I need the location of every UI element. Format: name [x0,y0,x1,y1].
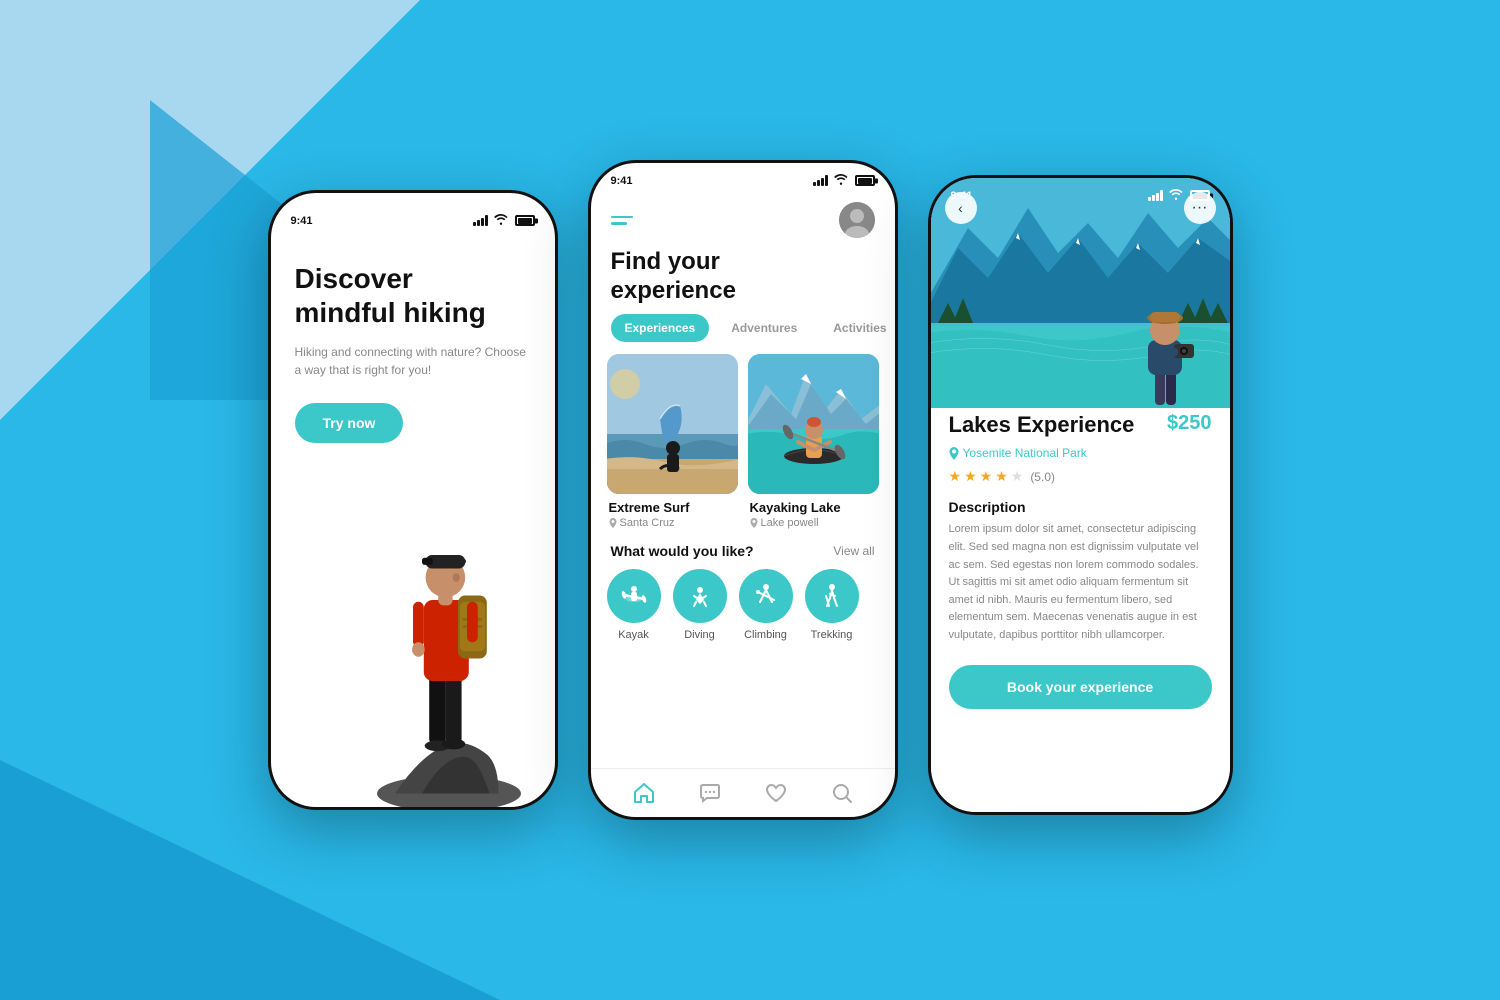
kayak-card[interactable]: Kayaking Lake Lake powell [748,354,879,531]
surf-card-title: Extreme Surf [609,500,736,515]
explore-heading: Find your experience [591,238,895,314]
onboarding-text: Discover mindful hiking Hiking and conne… [271,232,555,459]
nav-home[interactable] [632,781,656,805]
trekking-icon-circle [805,569,859,623]
time-2: 9:41 [611,175,633,187]
tab-activities[interactable]: Activities [819,314,897,342]
kayak-label: Kayak [618,629,649,641]
surf-card-location: Santa Cruz [609,517,736,529]
category-tabs: Experiences Adventures Activities [591,314,895,342]
onboarding-title: Discover mindful hiking [295,262,531,329]
star-2: ★ [964,468,977,485]
back-button[interactable]: ‹ [945,192,977,224]
stars-rating: ★ ★ ★ ★ ★ (5.0) [949,468,1212,485]
activity-diving[interactable]: Diving [673,569,727,641]
climbing-label: Climbing [744,629,787,641]
nav-search[interactable] [830,781,854,805]
detail-price: $250 [1167,412,1212,435]
tab-adventures[interactable]: Adventures [717,314,811,342]
star-1: ★ [949,468,962,485]
wifi-icon-1 [494,213,508,228]
hiker-image-area [271,459,555,807]
trekking-label: Trekking [811,629,853,641]
description-heading: Description [949,499,1212,515]
kayak-card-title: Kayaking Lake [750,500,877,515]
bottom-navigation [591,768,895,817]
battery-icon-1 [515,215,535,226]
surf-card-image [607,354,738,494]
view-all-link[interactable]: View all [833,544,874,558]
kayak-card-image [748,354,879,494]
signal-icon-1 [473,215,488,226]
detail-body: Lakes Experience $250 Yosemite National … [931,392,1230,812]
diving-icon-circle [673,569,727,623]
kayak-icon-circle [607,569,661,623]
activity-kayak[interactable]: Kayak [607,569,661,641]
description-text: Lorem ipsum dolor sit amet, consectetur … [949,521,1212,644]
status-bar-2: 9:41 [591,163,895,192]
battery-icon-2 [855,175,875,186]
activity-trekking[interactable]: Trekking [805,569,859,641]
detail-location: Yosemite National Park [949,446,1212,460]
photographer-figure [1120,298,1210,408]
onboarding-subtitle: Hiking and connecting with nature? Choos… [295,343,531,379]
activities-section-title: What would you like? [611,543,754,559]
surf-card[interactable]: Extreme Surf Santa Cruz [607,354,738,531]
status-icons-1 [473,213,535,228]
signal-icon-2 [813,175,828,186]
status-bar-1: 9:41 [271,203,555,232]
phone-onboarding: 9:41 Discover mindful hiking Hiking and … [268,190,558,810]
location-text: Yosemite National Park [963,446,1087,460]
more-options-button[interactable]: ··· [1184,192,1216,224]
time-1: 9:41 [291,215,313,227]
try-now-button[interactable]: Try now [295,403,404,443]
detail-title: Lakes Experience [949,412,1135,438]
signal-icon-3 [1148,190,1163,201]
hiker-figure [340,459,540,807]
nav-chat[interactable] [698,781,722,805]
detail-title-row: Lakes Experience $250 [949,412,1212,438]
climbing-icon-circle [739,569,793,623]
phone-detail: 9:41 .battery-icon.white::before{backgro… [928,175,1233,815]
surf-card-info: Extreme Surf Santa Cruz [607,494,738,531]
status-icons-2 [813,173,875,188]
activities-section-header: What would you like? View all [591,543,895,559]
avatar[interactable] [839,202,875,238]
rating-value: (5.0) [1030,470,1055,484]
explore-header [591,192,895,238]
wifi-icon-3 [1169,188,1183,203]
phone-explore: 9:41 [588,160,898,820]
detail-hero-image: 9:41 .battery-icon.white::before{backgro… [931,178,1230,408]
activity-cards: Extreme Surf Santa Cruz [591,354,895,531]
activities-row: Kayak Diving [591,569,895,641]
wifi-icon-2 [834,173,848,188]
kayak-card-location: Lake powell [750,517,877,529]
phones-container: 9:41 Discover mindful hiking Hiking and … [268,180,1233,820]
star-4: ★ [995,468,1008,485]
menu-icon[interactable] [611,216,633,225]
tab-experiences[interactable]: Experiences [611,314,710,342]
kayak-card-info: Kayaking Lake Lake powell [748,494,879,531]
nav-favorites[interactable] [764,781,788,805]
book-button[interactable]: Book your experience [949,665,1212,709]
star-3: ★ [980,468,993,485]
star-5: ★ [1011,468,1024,485]
diving-label: Diving [684,629,715,641]
activity-climbing[interactable]: Climbing [739,569,793,641]
